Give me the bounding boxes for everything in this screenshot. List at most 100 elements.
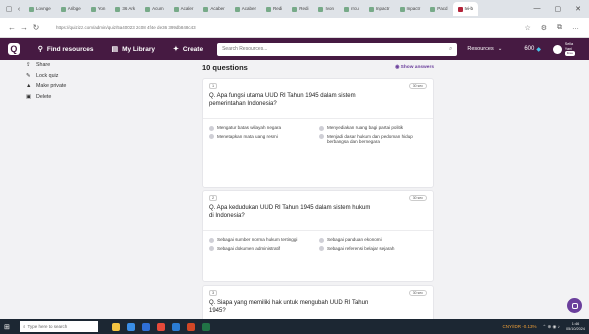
back-icon[interactable]: ← xyxy=(6,23,18,32)
answer-option: Sebagai panduan ekonomi xyxy=(319,237,429,243)
answer-option: Menyediakan ruang bagi partai politik xyxy=(319,125,429,131)
browser-tab[interactable]: Ivon xyxy=(313,2,339,16)
menu-item-share[interactable]: ⇪ Share xyxy=(26,60,186,71)
nav-my-library[interactable]: ▤ My Library xyxy=(111,45,155,54)
browser-tab[interactable]: Inpactr xyxy=(395,2,426,16)
clock[interactable]: 1:46 05/10/2024 xyxy=(566,322,585,331)
browser-tab[interactable]: Acum xyxy=(140,2,169,16)
browser-tab-label: Ivi-b xyxy=(464,6,474,11)
taskbar-search-placeholder: Type here to search xyxy=(27,324,68,329)
excel-icon[interactable] xyxy=(202,322,210,331)
powerpoint-icon[interactable] xyxy=(187,322,195,331)
nav-find-resources[interactable]: ⚲ Find resources xyxy=(37,45,94,54)
browser-tab[interactable]: Redi xyxy=(287,2,313,16)
stock-widget[interactable]: CNY/IDR -0.13% xyxy=(502,324,536,329)
collections-icon[interactable]: ⧉ xyxy=(557,24,562,32)
browser-tab[interactable]: Yon xyxy=(86,2,111,16)
close-window-icon[interactable]: ✕ xyxy=(575,5,581,13)
tab-favicon-icon xyxy=(430,6,436,12)
resources-dropdown-label: Resources xyxy=(467,46,494,52)
lock-icon: ✎ xyxy=(26,72,31,79)
menu-item-label: Delete xyxy=(36,93,52,100)
option-text: Menyediakan ruang bagi partai politik xyxy=(327,125,404,130)
answer-option: Sebagai dokumen administratif xyxy=(209,246,311,252)
browser-tab-label: Aribge xyxy=(67,6,81,11)
edge-icon[interactable] xyxy=(127,322,135,331)
binoculars-icon: ⚲ xyxy=(37,46,43,53)
browser-tab[interactable]: Ivi-b xyxy=(452,2,479,16)
extensions-icon[interactable]: ⚙ xyxy=(541,24,547,32)
chrome-icon[interactable] xyxy=(157,322,165,331)
tray-icons[interactable]: ⌃ ⊕ ◉ ♪ xyxy=(543,324,560,330)
file-explorer-icon[interactable] xyxy=(112,322,120,331)
option-bullet-icon xyxy=(209,125,214,131)
address-bar: ← → ↻ https://quizizz.com/admin/quiz/5a4… xyxy=(0,18,589,38)
browser-tab[interactable]: 36 Ark xyxy=(110,2,140,16)
taskbar-search[interactable]: ⌕ Type here to search xyxy=(20,321,98,332)
answer-option: Sebagai referensi belajar sejarah xyxy=(319,246,429,252)
coin-count: 600 xyxy=(524,46,535,52)
nav-create[interactable]: ✦ Create xyxy=(172,45,203,54)
coin-balance[interactable]: 600 ◆ xyxy=(524,46,541,53)
search-box[interactable]: ⌕ xyxy=(217,42,458,56)
show-answers-button[interactable]: ◉ Show answers xyxy=(395,65,434,70)
tab-favicon-icon xyxy=(265,6,271,12)
reload-icon[interactable]: ↻ xyxy=(30,23,42,32)
browser-tab-label: Acaler xyxy=(180,6,194,11)
option-text: Mengatur batas wilayah negara xyxy=(217,125,282,130)
question-text: Q. Apa fungsi utama UUD RI Tahun 1945 da… xyxy=(209,93,356,107)
browser-tab[interactable]: Acaber xyxy=(230,2,261,16)
question-card[interactable]: 2 30 sec Q. Apa kedudukan UUD RI Tahun 1… xyxy=(202,190,434,282)
search-icon: ⌕ xyxy=(23,324,26,329)
browser-tab[interactable]: Acaber xyxy=(198,2,229,16)
tab-actions-icon[interactable]: ▢ xyxy=(4,5,14,13)
browser-tab[interactable]: Pacd xyxy=(425,2,452,16)
option-bullet-icon xyxy=(209,246,214,252)
question-card[interactable]: 1 30 sec Q. Apa fungsi utama UUD RI Tahu… xyxy=(202,78,434,188)
tab-favicon-icon xyxy=(368,6,374,12)
browser-tab[interactable]: Redi xyxy=(261,2,287,16)
question-text: Q. Siapa yang memiliki hak untuk menguba… xyxy=(209,300,369,314)
more-icon[interactable]: … xyxy=(572,24,579,32)
minimize-icon[interactable]: — xyxy=(534,5,541,13)
url-field[interactable]: https://quizizz.com/admin/quiz/5a40023 2… xyxy=(56,25,524,30)
questions-count: 10 questions xyxy=(202,63,248,72)
browser-tab[interactable]: Aribge xyxy=(56,2,86,16)
search-input[interactable] xyxy=(222,46,450,52)
nav-my-library-label: My Library xyxy=(122,45,155,53)
browser-tab[interactable]: Inpactr xyxy=(364,2,395,16)
user-menu[interactable]: Sella Yani Free xyxy=(552,42,581,56)
back-tab-icon[interactable]: ‹ xyxy=(14,6,24,13)
library-icon: ▤ xyxy=(111,46,119,53)
divider xyxy=(203,118,433,119)
browser-tab-label: Lovnge xyxy=(36,6,51,11)
store-icon[interactable] xyxy=(142,322,150,331)
tab-favicon-icon xyxy=(457,6,463,12)
menu-item-delete[interactable]: ▣ Delete xyxy=(26,92,186,103)
avatar xyxy=(552,44,562,54)
windows-start-icon[interactable]: ⊞ xyxy=(4,323,16,331)
favorite-icon[interactable]: ☆ xyxy=(524,24,530,32)
search-icon[interactable]: ⌕ xyxy=(449,46,452,53)
browser-tab[interactable]: Acaler xyxy=(169,2,199,16)
maximize-icon[interactable]: ▢ xyxy=(555,5,562,13)
tab-favicon-icon xyxy=(203,6,209,12)
menu-item-lock-quiz[interactable]: ✎ Lock quiz xyxy=(26,71,186,82)
resources-dropdown[interactable]: Resources ⌄ xyxy=(467,46,502,52)
question-time: 30 sec xyxy=(408,290,427,296)
quizizz-logo[interactable]: Q xyxy=(8,43,20,55)
browser-tab[interactable]: Lovnge xyxy=(24,2,56,16)
word-icon[interactable] xyxy=(172,322,180,331)
question-number: 2 xyxy=(209,195,218,201)
tab-favicon-icon xyxy=(90,6,96,12)
taskbar: ⊞ ⌕ Type here to search CNY/IDR -0.13% ⌃… xyxy=(0,319,589,334)
forward-icon[interactable]: → xyxy=(18,23,30,32)
help-chat-button[interactable] xyxy=(567,298,582,313)
magic-wand-icon: ✦ xyxy=(172,46,179,53)
chevron-down-icon: ⌄ xyxy=(497,46,503,52)
browser-tab[interactable]: rrcu xyxy=(339,2,364,16)
option-text: Menjadi dasar hukum dan pedoman hidup be… xyxy=(327,133,413,145)
gem-icon: ◆ xyxy=(536,46,541,53)
option-bullet-icon xyxy=(209,134,214,140)
menu-item-make-private[interactable]: ▲ Make private xyxy=(26,81,186,92)
